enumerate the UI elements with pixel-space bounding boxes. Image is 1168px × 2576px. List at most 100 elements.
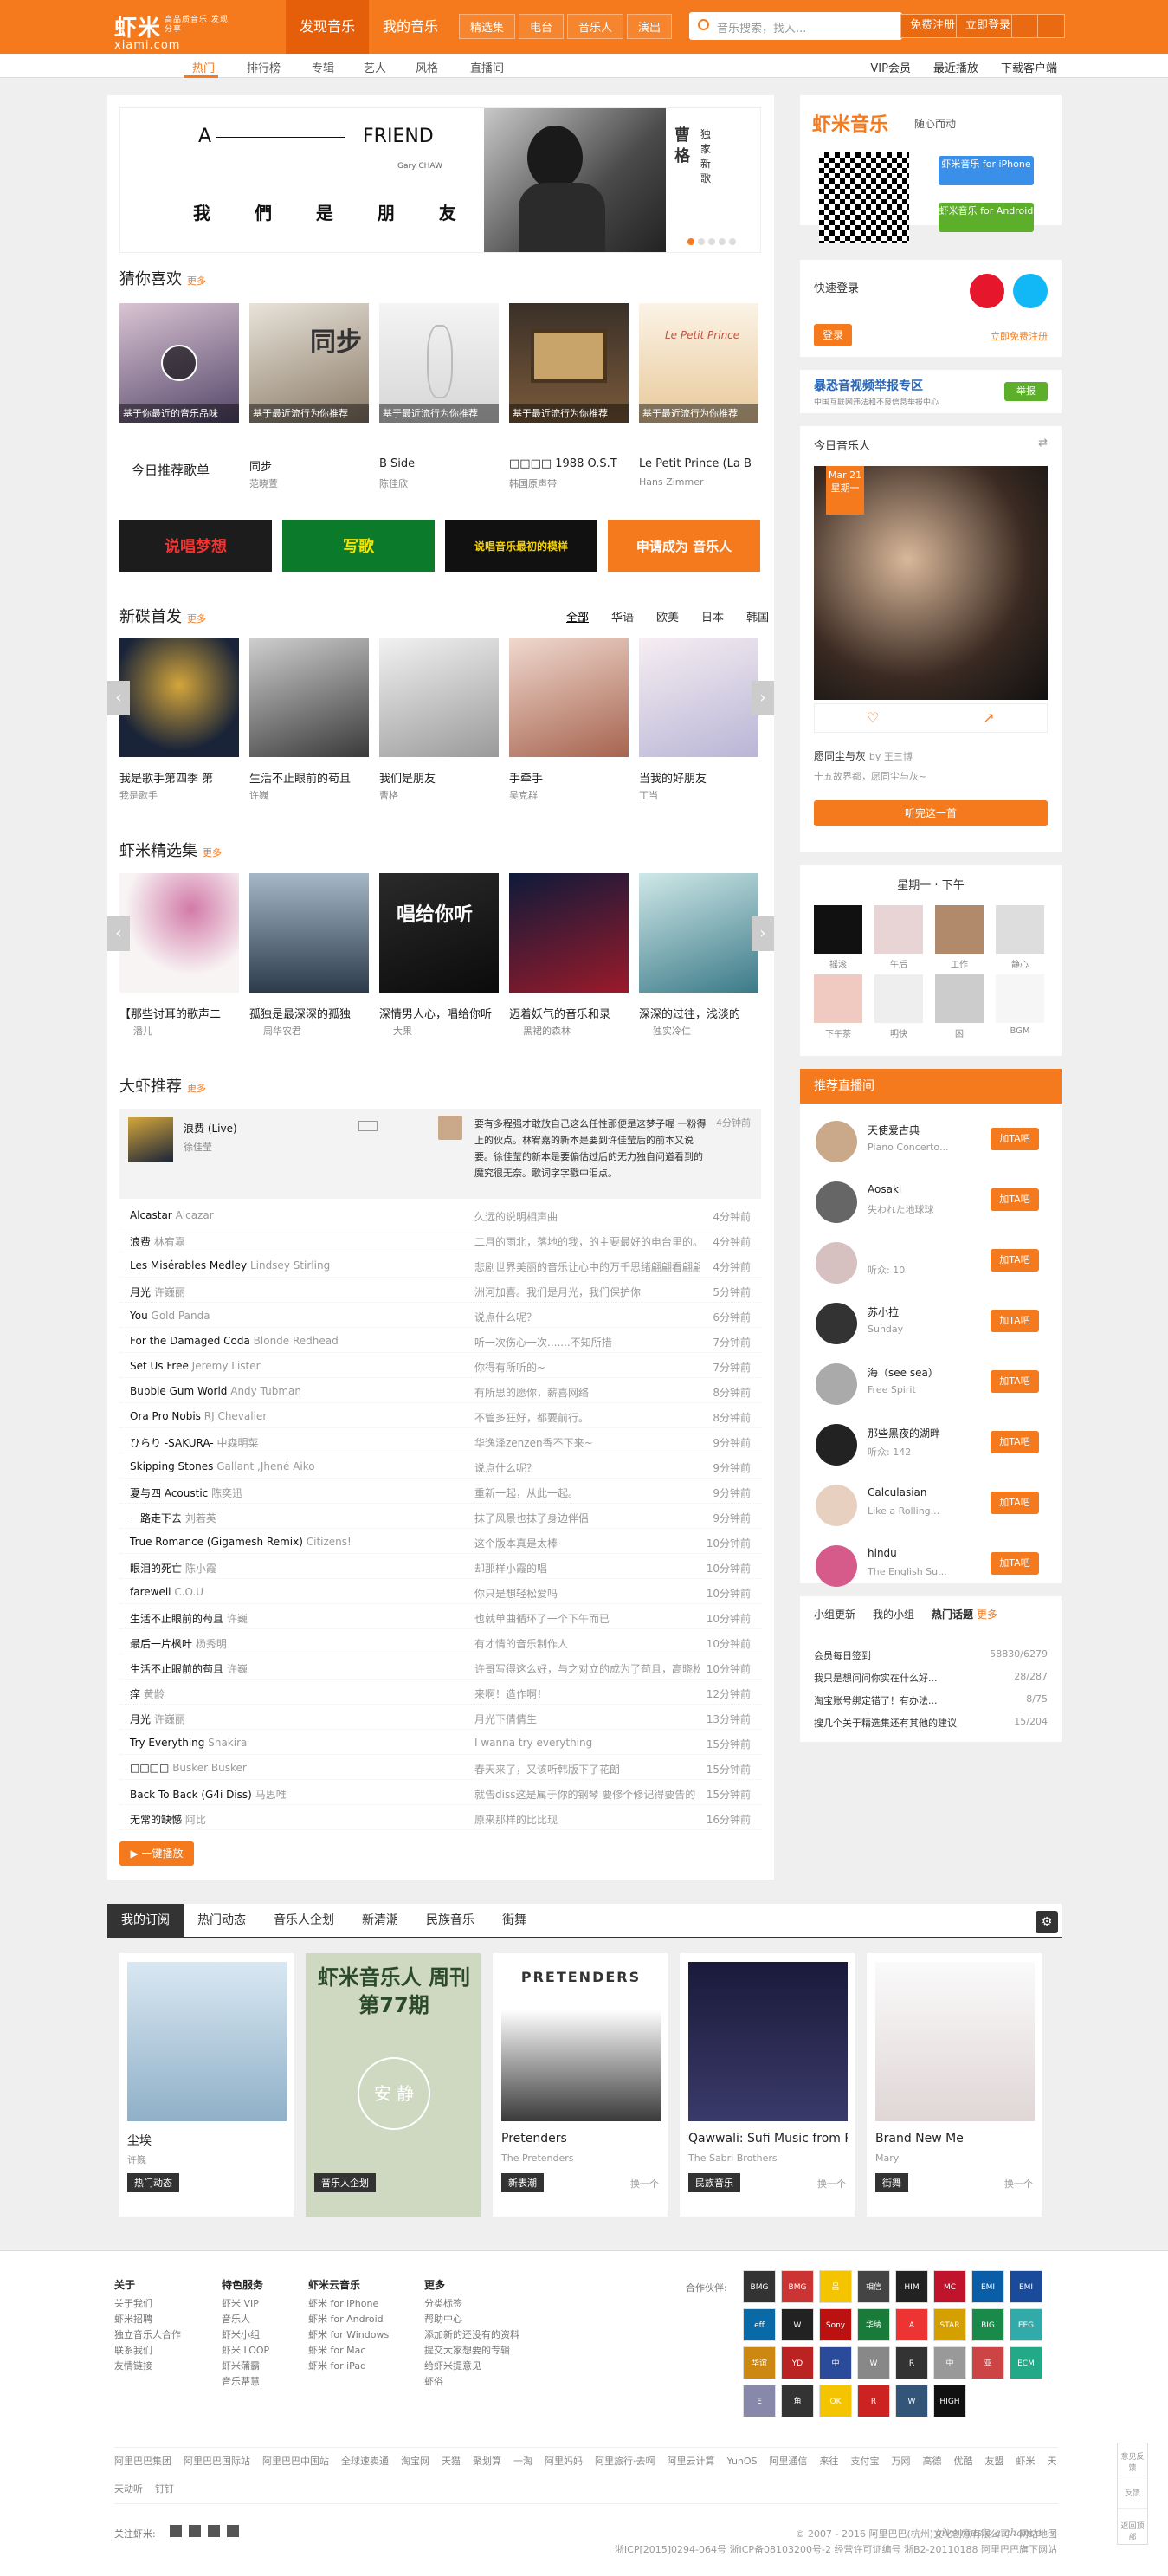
song-artist[interactable]: 中森明菜 — [216, 1437, 258, 1449]
newalbum-title-2[interactable]: 生活不止眼前的苟且 — [249, 769, 369, 786]
song-artist[interactable]: 陈小霞 — [185, 1563, 216, 1575]
song-artist[interactable]: Gold Panda — [152, 1310, 210, 1322]
vip-link[interactable]: VIP会员 — [870, 59, 911, 75]
footer-link[interactable]: 虾米 for iPhone — [308, 2296, 389, 2312]
newalbum-artist-1[interactable]: 我是歌手 — [119, 788, 158, 802]
dj-name[interactable]: Calculasian — [868, 1486, 927, 1498]
newalbum-artist-3[interactable]: 曹格 — [379, 788, 398, 802]
newalbums-next-arrow[interactable]: › — [752, 681, 774, 715]
dj-avatar[interactable] — [816, 1485, 857, 1526]
guess-cover-2[interactable]: 同步 基于最近流行为你推荐 — [249, 303, 369, 423]
group-link[interactable]: 钉钉 — [155, 2483, 174, 2495]
sub-artist-4[interactable]: The Sabri Brothers — [688, 2152, 778, 2164]
partner-logo[interactable]: 角 — [781, 2385, 814, 2417]
song-name[interactable]: Back To Back (G4i Diss) — [130, 1789, 252, 1801]
sub-card-2[interactable]: 虾米音乐人 周刊第77期 安 静 音乐人企划 — [305, 1952, 481, 2217]
banner-dots[interactable] — [687, 238, 736, 245]
group-link[interactable]: 阿里巴巴国际站 — [184, 2456, 250, 2467]
collection-title-4[interactable]: 迈着妖气的音乐和录 — [509, 1005, 629, 1021]
qq-icon[interactable] — [1013, 274, 1048, 308]
cat-artists[interactable]: 艺人 — [364, 59, 386, 75]
tab-new-wave[interactable]: 新清潮 — [348, 1904, 412, 1937]
guess-title-3[interactable]: B Side — [379, 457, 499, 470]
mood-item[interactable]: 下午茶 — [814, 974, 862, 1040]
newalbum-title-1[interactable]: 我是歌手第四季 第 — [119, 769, 239, 786]
footer-link[interactable]: 虾米小组 — [222, 2327, 269, 2343]
nav-musicians[interactable]: 音乐人 — [567, 14, 624, 39]
featured-play-icon[interactable] — [358, 1121, 378, 1131]
song-row[interactable]: For the Damaged Coda Blonde Redhead 听一次伤心… — [119, 1328, 761, 1353]
ad-write-song[interactable]: 写歌 — [282, 520, 435, 572]
song-title[interactable]: 眼泪的死亡 陈小霞 — [130, 1561, 216, 1576]
collection-cover-4[interactable] — [509, 873, 629, 993]
mood-item[interactable]: BGM — [996, 974, 1044, 1040]
footer-link[interactable]: 提交大家想要的专辑 — [424, 2343, 519, 2359]
song-row[interactable]: 浪费 林宥嘉 二月的雨北，落地的我，的主要最好的电台里的。 4分钟前 — [119, 1227, 761, 1252]
song-name[interactable]: 生活不止眼前的苟且 — [130, 1663, 223, 1675]
song-artist[interactable]: Jeremy Lister — [192, 1360, 261, 1372]
dj-follow-button[interactable]: 加TA吧 — [991, 1370, 1039, 1393]
song-name[interactable]: Ora Pro Nobis — [130, 1410, 201, 1422]
settings-gear-icon[interactable]: ⚙ — [1036, 1911, 1058, 1933]
back-to-top-button[interactable]: 返回顶部 — [1118, 2509, 1147, 2542]
song-name[interactable]: 痒 — [130, 1688, 140, 1700]
ad-rap-origin[interactable]: 说唱音乐最初的模样 — [445, 520, 597, 572]
dj-follow-button[interactable]: 加TA吧 — [991, 1249, 1039, 1272]
tab-hot-activity[interactable]: 热门动态 — [184, 1904, 260, 1937]
ad-rap-dream[interactable]: 说唱梦想 — [119, 520, 272, 572]
tab-japan[interactable]: 日本 — [701, 608, 724, 625]
tab-my-subscriptions[interactable]: 我的订阅 — [107, 1904, 184, 1937]
dj-item[interactable]: hindu The English Su... 加TA吧 — [812, 1538, 1048, 1592]
topic-item[interactable]: 会员每日签到 58830/6279 — [814, 1648, 1048, 1662]
tab-korea[interactable]: 韩国 — [746, 608, 769, 625]
dj-follow-button[interactable]: 加TA吧 — [991, 1492, 1039, 1514]
topic-title[interactable]: 搜几个关于精选集还有其他的建议 — [814, 1718, 957, 1729]
song-name[interactable]: 月光 — [130, 1713, 151, 1725]
report-text[interactable]: 暴恐音视频举报专区 — [814, 377, 923, 394]
song-row[interactable]: Try Everything Shakira I wanna try everyt… — [119, 1730, 761, 1755]
play-icon[interactable] — [161, 345, 197, 381]
group-link[interactable]: 聚划算 — [473, 2456, 501, 2467]
sub-refresh-3[interactable]: 换一个 — [630, 2177, 659, 2191]
group-link[interactable]: 虾米 — [1016, 2456, 1036, 2467]
mood-item[interactable]: 困 — [935, 974, 984, 1040]
play-all-button[interactable]: ▶ 一键播放 — [119, 1841, 194, 1866]
user-icon[interactable] — [1037, 14, 1065, 38]
tab-all[interactable]: 全部 — [566, 608, 589, 625]
partner-logo[interactable]: 华谊 — [743, 2346, 776, 2379]
dj-name[interactable]: 那些黑夜的湖畔 — [868, 1426, 940, 1440]
collections-more-link[interactable]: 更多 — [203, 847, 222, 858]
tab-hot-topics[interactable]: 热门话题 — [932, 1607, 973, 1621]
dj-name[interactable]: 苏小拉 — [868, 1304, 899, 1319]
guess-artist-4[interactable]: 韩国原声带 — [509, 476, 557, 490]
dj-item[interactable]: Aosaki 失われた地球球 加TA吧 — [812, 1175, 1048, 1228]
song-artist[interactable]: 杨秀明 — [196, 1638, 227, 1650]
partner-logo[interactable]: R — [895, 2346, 928, 2379]
group-link[interactable]: 一淘 — [513, 2456, 532, 2467]
song-name[interactable]: 无常的缺憾 — [130, 1814, 182, 1826]
newalbum-cover-5[interactable] — [639, 638, 758, 757]
guess-title-1[interactable]: 今日推荐歌单 — [132, 461, 210, 479]
collection-user-2[interactable]: 周华农君 — [263, 1024, 301, 1038]
song-name[interactable]: 夏与四 Acoustic — [130, 1487, 208, 1499]
wechat-social-icon[interactable] — [208, 2525, 220, 2537]
dj-follow-button[interactable]: 加TA吧 — [991, 1552, 1039, 1575]
newalbums-prev-arrow[interactable]: ‹ — [107, 681, 130, 715]
partner-logo[interactable]: EMI — [1010, 2270, 1042, 2303]
guess-artist-5[interactable]: Hans Zimmer — [639, 476, 704, 488]
group-link[interactable]: 高德 — [923, 2456, 942, 2467]
nav-collections[interactable]: 精选集 — [459, 14, 516, 39]
sub-card-4[interactable]: Qawwali: Sufi Music from P... The Sabri … — [679, 1952, 855, 2217]
share-icon[interactable]: ↗ — [931, 704, 1047, 732]
song-title[interactable]: Set Us Free Jeremy Lister — [130, 1360, 261, 1372]
sub-tag-1[interactable]: 热门动态 — [127, 2173, 179, 2192]
song-name[interactable]: Alcastar — [130, 1209, 172, 1221]
song-artist[interactable]: 刘若英 — [185, 1512, 216, 1524]
song-row[interactable]: 最后一片枫叶 杨秀明 有才情的音乐制作人 10分钟前 — [119, 1629, 761, 1654]
partner-logo[interactable]: 亚 — [971, 2346, 1004, 2379]
partner-logo[interactable]: W — [781, 2308, 814, 2341]
dj-avatar[interactable] — [816, 1424, 857, 1466]
song-row[interactable]: Ora Pro Nobis RJ Chevalier 不管多狂好，都要前行。 8分钟… — [119, 1403, 761, 1428]
song-name[interactable]: 最后一片枫叶 — [130, 1638, 192, 1650]
newalbum-cover-1[interactable] — [119, 638, 239, 757]
